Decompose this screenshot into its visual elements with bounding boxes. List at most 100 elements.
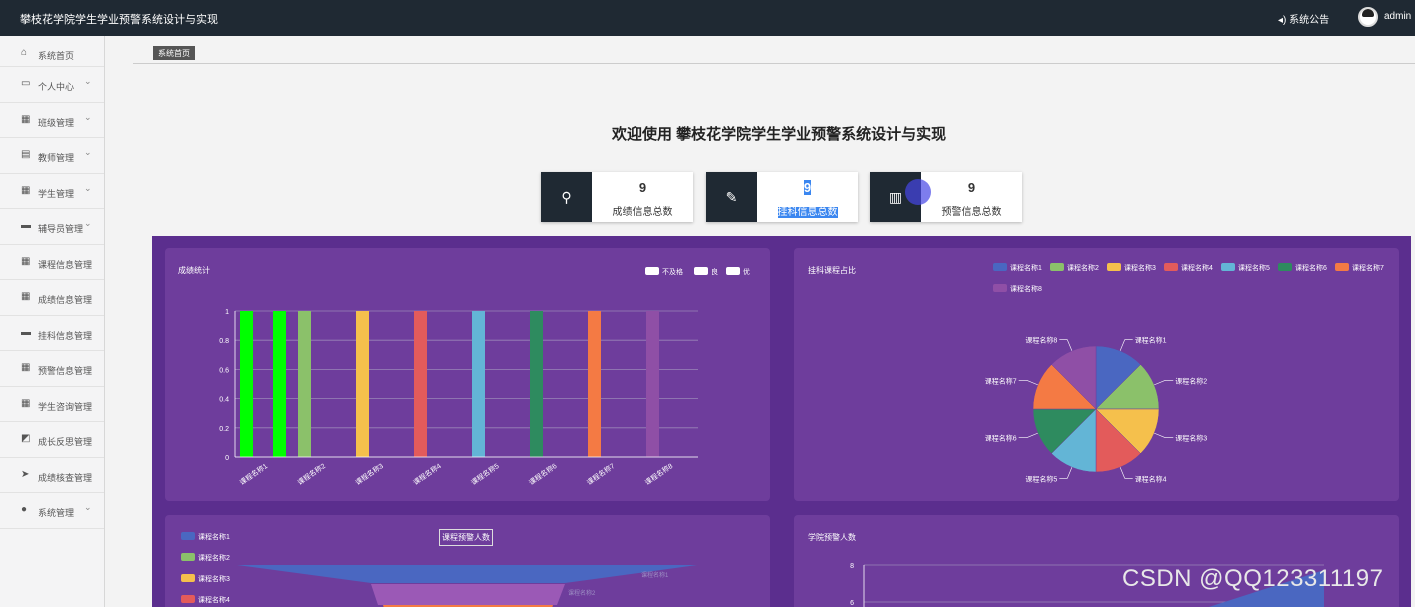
- sidebar-item-label: 系统管理: [38, 508, 75, 518]
- college-warning-panel: 学院预警人数 86: [794, 515, 1399, 607]
- sidebar: ⌂ 系统首页 ▭ 个人中心 ⌄ ▦ 班级管理 ⌄ ▤ 教师管理 ⌄ ▦ 学生管理 ⌄ ▬ 辅导员管理 ⌄ ▦ 课程信…: [0, 36, 105, 607]
- bar[interactable]: [588, 311, 601, 457]
- stat-value: 9: [967, 180, 976, 195]
- y-tick-label: 0.8: [219, 338, 229, 345]
- sidebar-item[interactable]: ➤ 成绩核查管理: [0, 458, 104, 493]
- sidebar-item-label: 系统首页: [38, 51, 75, 61]
- sidebar-item-label: 预警信息管理: [38, 366, 93, 376]
- funnel-chart: 课程名称1 课程名称2: [237, 565, 697, 607]
- x-tick-label: 课程名称7: [585, 461, 616, 487]
- slice-label: 课程名称8: [1025, 336, 1057, 345]
- funnel-label: 课程名称2: [568, 589, 596, 597]
- chevron-down-icon: ⌄: [84, 218, 92, 228]
- bar[interactable]: [530, 311, 543, 457]
- label-line: [1059, 467, 1073, 479]
- y-tick-label: 6: [850, 600, 854, 607]
- chevron-down-icon: ⌄: [84, 111, 92, 122]
- grid-icon: ▦: [21, 184, 31, 196]
- bar[interactable]: [646, 311, 659, 457]
- edit-icon: ✎: [706, 172, 757, 222]
- stat-card-failures[interactable]: ✎ 9 挂科信息总数: [706, 172, 858, 222]
- slice-label: 课程名称5: [1025, 474, 1057, 483]
- bar-chart: 0 0.2 0.4 0.6 0.8 1 课程名称1 课程名称2 课程名称3 课程名称4 课程名称5 课…: [219, 309, 698, 487]
- sidebar-item[interactable]: ▦ 成绩信息管理: [0, 280, 104, 316]
- label-line: [1059, 339, 1073, 351]
- home-icon: ⌂: [21, 47, 28, 58]
- sidebar-item-label: 班级管理: [38, 117, 75, 128]
- bar[interactable]: [356, 311, 369, 457]
- sidebar-item[interactable]: ● 系统管理 ⌄: [0, 493, 104, 529]
- username[interactable]: admin: [1384, 11, 1411, 22]
- sidebar-item[interactable]: ▭ 个人中心 ⌄: [0, 67, 104, 103]
- funnel-layer[interactable]: [371, 584, 565, 605]
- notice-label: 系统公告: [1289, 15, 1330, 26]
- funnel-label: 课程名称1: [641, 571, 669, 579]
- sidebar-item[interactable]: ▦ 预警信息管理: [0, 351, 104, 387]
- bar[interactable]: [414, 311, 427, 457]
- send-icon: ➤: [21, 468, 30, 480]
- bar[interactable]: [298, 311, 311, 457]
- sidebar-item[interactable]: ▤ 教师管理 ⌄: [0, 138, 104, 174]
- y-tick-label: 0.6: [219, 367, 229, 374]
- clipboard-icon: ▤: [21, 149, 31, 160]
- bar[interactable]: [240, 311, 253, 457]
- grade-stats-panel: 成绩统计 不及格 良 优 0 0.2 0.4 0.6 0.8 1 课程名称1 课程名称2 课程名…: [165, 248, 770, 501]
- sidebar-item[interactable]: ▦ 学生咨询管理: [0, 387, 104, 422]
- sidebar-item-label: 成绩信息管理: [38, 295, 93, 305]
- grid-icon: ▦: [21, 255, 31, 267]
- x-tick-label: 课程名称3: [354, 461, 385, 487]
- user-icon: ●: [21, 504, 28, 515]
- mouse-cursor: [905, 179, 931, 205]
- sidebar-item[interactable]: ▦ 班级管理 ⌄: [0, 103, 104, 138]
- chevron-down-icon: ⌄: [84, 182, 92, 193]
- stat-value: 9: [803, 180, 812, 195]
- stat-card-warnings[interactable]: ▥ 9 预警信息总数: [870, 172, 1022, 222]
- chevron-down-icon: ⌄: [84, 76, 92, 86]
- area-chart: 86: [850, 563, 1324, 607]
- sidebar-item[interactable]: ⌂ 系统首页: [0, 36, 104, 67]
- y-tick-label: 0.2: [219, 426, 229, 433]
- sidebar-item[interactable]: ◩ 成长反思管理: [0, 422, 104, 458]
- stat-label: 挂科信息总数: [777, 207, 838, 218]
- stamp-icon: ⚲: [541, 172, 592, 222]
- x-tick-label: 课程名称1: [238, 461, 269, 487]
- funnel-layer[interactable]: [237, 565, 697, 583]
- breadcrumb[interactable]: 系统首页: [153, 46, 195, 60]
- stat-value: 9: [638, 180, 647, 195]
- sidebar-item-label: 学生管理: [38, 188, 75, 199]
- slice-label: 课程名称4: [1135, 474, 1167, 483]
- sidebar-item[interactable]: ▬ 辅导员管理 ⌄: [0, 209, 104, 245]
- speaker-icon: ◂): [1278, 15, 1290, 26]
- notice-button[interactable]: ◂) 系统公告: [1278, 11, 1329, 26]
- sidebar-item-label: 成长反思管理: [38, 437, 93, 447]
- y-tick-label: 8: [850, 563, 854, 570]
- y-tick-label: 0.4: [219, 397, 229, 404]
- bar[interactable]: [273, 311, 286, 457]
- label-line: [1018, 379, 1038, 386]
- course-warning-panel: 课程预警人数 课程名称1 课程名称2 课程名称3 课程名称4 课程名称1 课程名称2: [165, 515, 770, 607]
- sidebar-item[interactable]: ▦ 课程信息管理: [0, 245, 104, 280]
- slice-label: 课程名称3: [1175, 434, 1207, 443]
- bar[interactable]: [472, 311, 485, 457]
- watermark: CSDN @QQ123311197: [1122, 565, 1384, 592]
- grid-icon: ▦: [21, 113, 31, 125]
- avatar[interactable]: [1358, 7, 1378, 27]
- stat-label: 预警信息总数: [941, 207, 1002, 218]
- pie-chart: 课程名称1 课程名称2 课程名称3 课程名称4 课程名称5 课程名称6 课程名称7 课程名称8: [985, 336, 1207, 484]
- x-tick-label: 课程名称2: [296, 461, 327, 487]
- chart-icon: ◩: [21, 433, 31, 444]
- grid-icon: ▦: [21, 362, 31, 373]
- slice-label: 课程名称7: [985, 376, 1017, 385]
- grid-icon: ▦: [21, 397, 31, 409]
- failed-course-panel: 挂科课程占比 课程名称1 课程名称2 课程名称3 课程名称4 课程名称5 课程名称6 课程名…: [794, 248, 1399, 501]
- sidebar-item[interactable]: ▦ 学生管理 ⌄: [0, 174, 104, 209]
- sidebar-item[interactable]: ▬ 挂科信息管理: [0, 316, 104, 351]
- label-line: [1018, 432, 1038, 439]
- sidebar-item-label: 个人中心: [38, 82, 75, 92]
- stat-card-grades[interactable]: ⚲ 9 成绩信息总数: [541, 172, 693, 222]
- profile-icon: ▭: [21, 78, 31, 89]
- label-line: [1119, 339, 1133, 351]
- y-tick-label: 1: [225, 309, 229, 316]
- stat-label: 成绩信息总数: [612, 207, 673, 218]
- x-tick-label: 课程名称8: [643, 461, 674, 487]
